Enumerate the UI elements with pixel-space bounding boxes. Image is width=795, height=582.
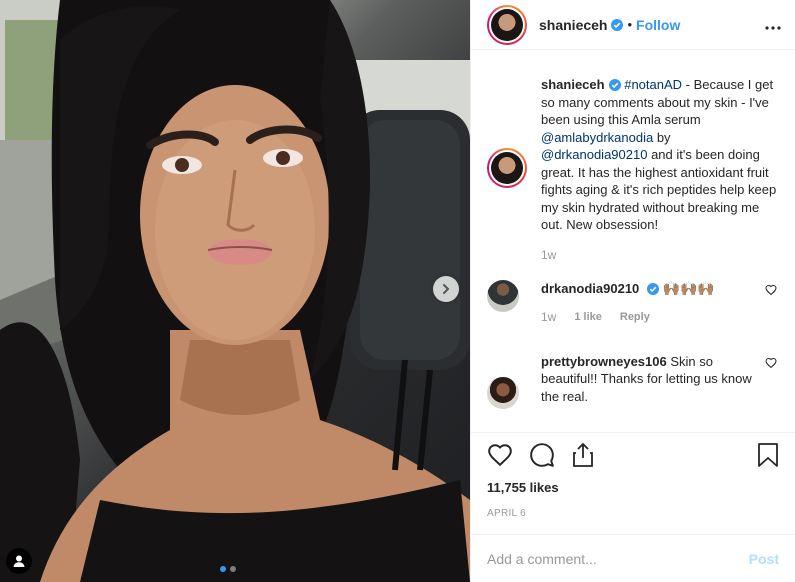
comment-button[interactable] [529, 442, 555, 468]
comment-reply-button[interactable]: Reply [620, 309, 650, 327]
carousel-dot-active [220, 566, 226, 572]
tagged-users-button[interactable] [6, 548, 32, 574]
commenter-username[interactable]: drkanodia90210 [541, 281, 639, 296]
action-bar [471, 432, 795, 476]
like-count[interactable]: 11,755 likes [471, 480, 795, 498]
post-side-panel: shanieceh • Follow shanieceh #notanAD - … [470, 0, 795, 582]
bookmark-icon [758, 442, 778, 467]
caption-text: shanieceh #notanAD - Because I get so ma… [541, 76, 779, 234]
post-date[interactable]: APRIL 6 [471, 508, 795, 524]
like-button[interactable] [487, 442, 513, 468]
heart-icon [488, 443, 512, 466]
chevron-right-icon [443, 284, 450, 294]
comment-like-heart-icon[interactable] [765, 357, 777, 369]
author-avatar[interactable] [487, 4, 527, 45]
mention-link[interactable]: @drkanodia90210 [541, 147, 647, 162]
author-username[interactable]: shanieceh [539, 17, 607, 33]
carousel-next-button[interactable] [433, 276, 459, 302]
user-tag-icon [13, 555, 25, 567]
comment-meta: 1w 1 like Reply [541, 309, 741, 327]
caption-body-2: by [653, 129, 671, 145]
post-comment-button[interactable]: Post [749, 551, 779, 567]
comment-timestamp[interactable]: 1w [541, 309, 556, 327]
instagram-post: shanieceh • Follow shanieceh #notanAD - … [0, 0, 795, 582]
comment-like-heart-icon[interactable] [765, 284, 777, 296]
separator-dot: • [627, 17, 633, 32]
verified-badge-icon [611, 18, 624, 31]
caption: shanieceh #notanAD - Because I get so ma… [487, 76, 779, 234]
caption-username[interactable]: shanieceh [541, 77, 605, 92]
verified-badge-icon [646, 282, 659, 295]
mention-link[interactable]: @amlabydrkanodia [541, 130, 653, 145]
comment-icon [530, 442, 554, 467]
post-photo[interactable] [0, 0, 470, 582]
comment-input[interactable] [487, 550, 749, 567]
author-avatar-image [491, 8, 523, 41]
post-header: shanieceh • Follow [471, 0, 795, 50]
comment-text: 🙌🏽🙌🏽🙌🏽 [662, 279, 715, 296]
share-button[interactable] [571, 442, 595, 468]
comment-item: prettybrowneyes106 Skin so beautiful!! T… [487, 353, 779, 409]
comment-item: drkanodia90210 🙌🏽🙌🏽🙌🏽 1w 1 like Reply [487, 279, 779, 327]
caption-timestamp[interactable]: 1w [541, 248, 779, 262]
carousel-dot [230, 566, 236, 572]
commenter-avatar[interactable] [487, 279, 519, 312]
hashtag-link[interactable]: #notanAD [624, 77, 682, 92]
verified-badge-icon [608, 79, 621, 91]
follow-button[interactable]: Follow [636, 17, 680, 33]
commenter-username[interactable]: prettybrowneyes106 [541, 354, 667, 369]
selfie-image [0, 0, 470, 582]
carousel-indicator [220, 566, 236, 572]
comment-body: prettybrowneyes106 Skin so beautiful!! T… [541, 353, 771, 409]
comment-like-count[interactable]: 1 like [574, 309, 602, 327]
add-comment-bar: Post [471, 534, 795, 582]
share-icon [573, 442, 593, 467]
comment-body: drkanodia90210 🙌🏽🙌🏽🙌🏽 1w 1 like Reply [541, 280, 741, 327]
caption-avatar[interactable] [487, 148, 527, 188]
more-options-icon[interactable] [765, 19, 781, 30]
save-button[interactable] [757, 442, 779, 468]
commenter-avatar[interactable] [487, 376, 519, 409]
comments-list[interactable]: shanieceh #notanAD - Because I get so ma… [471, 50, 795, 432]
caption-avatar-image [491, 152, 523, 184]
